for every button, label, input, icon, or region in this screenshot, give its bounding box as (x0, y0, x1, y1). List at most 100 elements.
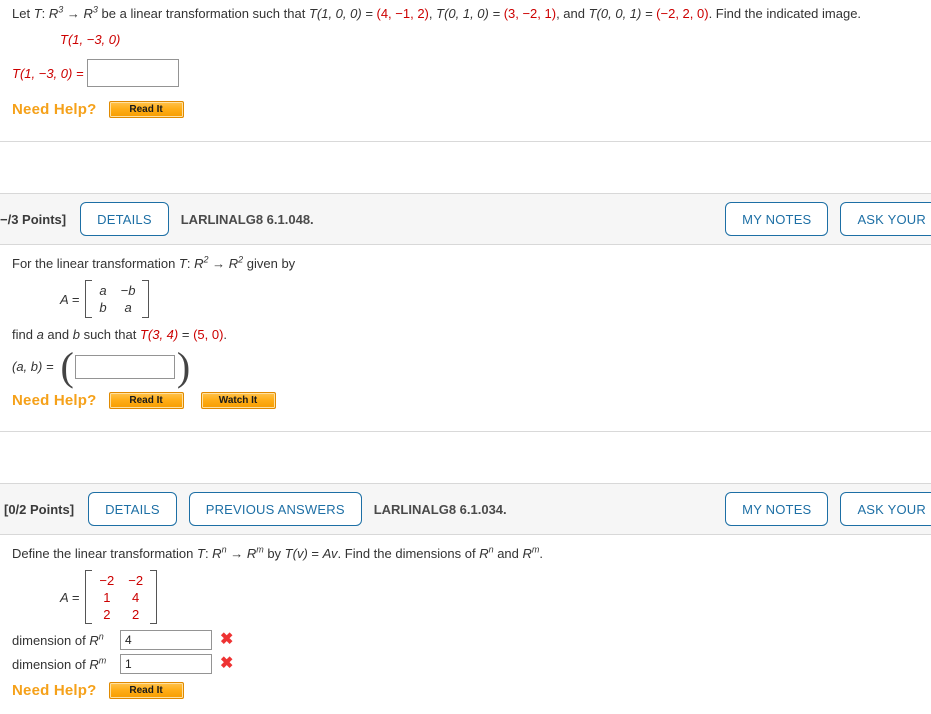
domain-symbol: R (212, 546, 222, 562)
stmt-text: . Find the dimensions of (337, 546, 480, 562)
details-button[interactable]: DETAILS (80, 202, 169, 236)
basis-image-1-label: T(1, 0, 0) = (308, 6, 377, 21)
matrix-cell: −b (120, 283, 136, 298)
matrix-body: −2 −2 1 4 2 2 (92, 572, 150, 623)
problem-2: −/3 Points] DETAILS LARLINALG8 6.1.048. … (0, 193, 931, 433)
previous-answers-button[interactable]: PREVIOUS ANSWERS (188, 492, 362, 527)
problem-2-find-line: find a and b such that T(3, 4) = (5, 0). (12, 326, 931, 343)
transform-symbol: T (33, 6, 42, 21)
problem-2-header-actions: MY NOTES ASK YOUR (725, 202, 931, 236)
problem-2-need-help: Need Help? Read It Watch It (12, 392, 931, 410)
matrix-cell: b (99, 300, 107, 315)
matrix-times-v: Av (322, 546, 338, 562)
stmt-text: , and (556, 6, 589, 21)
problem-1-answer-label: T(1, −3, 0) = (12, 65, 84, 81)
stmt-text: such that (79, 327, 140, 342)
my-notes-button[interactable]: MY NOTES (725, 202, 829, 236)
codomain-exponent: m (256, 544, 264, 555)
dimension-n-input[interactable] (120, 630, 212, 651)
matrix-cell: 2 (103, 606, 111, 622)
stmt-text: given by (243, 256, 296, 271)
my-notes-button[interactable]: MY NOTES (725, 492, 829, 527)
transform-of-v: T(v) (284, 546, 308, 562)
problem-1-need-help: Need Help? Read It (12, 101, 931, 118)
problem-3-need-help: Need Help? Read It (12, 682, 931, 700)
problem-divider (0, 431, 931, 433)
stmt-text: : (186, 256, 195, 271)
problem-3: [0/2 Points] DETAILS PREVIOUS ANSWERS LA… (0, 483, 931, 700)
matrix-cell: a (124, 300, 132, 315)
problem-divider (0, 141, 931, 142)
stmt-text: and (43, 327, 73, 342)
dimension-n-label: dimension of Rn (12, 631, 120, 648)
codomain-symbol: R (83, 6, 93, 21)
read-it-button[interactable]: Read It (108, 392, 184, 410)
problem-2-answer-input[interactable] (74, 354, 175, 379)
dim-label-text: dimension of (12, 656, 90, 672)
domain-symbol: R (48, 6, 59, 21)
problem-3-question-name: LARLINALG8 6.1.034. (373, 501, 507, 517)
dim-exponent: m (98, 655, 107, 666)
codomain-symbol: R (522, 546, 532, 562)
matrix-cell: −2 (128, 572, 144, 588)
codomain-symbol: R (228, 256, 239, 271)
matrix-cell: 4 (132, 589, 140, 605)
details-button[interactable]: DETAILS (88, 492, 177, 527)
domain-symbol: R (479, 546, 489, 562)
stmt-text: . (539, 546, 544, 562)
matrix-body: a −b b a (92, 282, 142, 316)
dimension-m-input[interactable] (120, 654, 212, 675)
stmt-text: Let (12, 6, 34, 21)
problem-3-statement: Define the linear transformation T: Rn →… (12, 545, 931, 562)
read-it-button[interactable]: Read It (108, 101, 184, 118)
dim-symbol: R (89, 656, 99, 672)
var-b: b (72, 327, 80, 342)
problem-1: Let T: R3 → R3 be a linear transformatio… (0, 0, 931, 142)
problem-1-answer-row: T(1, −3, 0) = (12, 59, 931, 87)
stmt-text: For the linear transformation (12, 256, 179, 271)
ask-your-teacher-button[interactable]: ASK YOUR (840, 202, 931, 236)
matrix-cell: a (99, 283, 107, 298)
basis-image-1-value: (4, −1, 2) (376, 6, 429, 21)
dim-symbol: R (89, 632, 99, 648)
watch-it-button[interactable]: Watch It (200, 392, 276, 410)
matrix-row: b a (92, 299, 142, 316)
matrix-label: A = (60, 291, 80, 307)
assignment-page: Let T: R3 → R3 be a linear transformatio… (0, 0, 931, 714)
need-help-label: Need Help? (12, 392, 97, 410)
transform-symbol: T (196, 546, 205, 562)
problem-2-matrix: A = a −b b a (60, 280, 931, 318)
arrow-icon: → (63, 6, 84, 21)
matrix-cell: 1 (103, 589, 111, 605)
bracket-right-icon (142, 280, 150, 318)
codomain-symbol: R (246, 546, 257, 562)
matrix-label: A = (60, 589, 80, 605)
matrix-cell: 2 (132, 606, 140, 622)
problem-3-header-actions: MY NOTES ASK YOUR (725, 492, 931, 527)
basis-image-2-value: (3, −2, 1) (503, 6, 557, 21)
dim-exponent: n (98, 631, 104, 642)
transform-input-value: T(3, 4) (139, 327, 179, 342)
stmt-text: : (41, 6, 49, 21)
bracket-right-icon (150, 570, 158, 625)
bracket-left-icon (85, 570, 93, 625)
stmt-text: by (263, 546, 285, 562)
matrix-cell: −2 (99, 572, 115, 588)
dimension-m-label: dimension of Rm (12, 655, 120, 672)
problem-1-answer-input[interactable] (86, 59, 179, 87)
ask-your-teacher-button[interactable]: ASK YOUR (840, 492, 931, 527)
transform-symbol: T (178, 256, 187, 271)
basis-image-3-label: T(0, 0, 1) = (588, 6, 657, 21)
incorrect-icon: ✖ (220, 631, 234, 649)
need-help-label: Need Help? (12, 682, 97, 700)
read-it-button[interactable]: Read It (108, 682, 184, 700)
bracket-left-icon (85, 280, 93, 318)
stmt-text: . (223, 327, 228, 342)
problem-2-header: −/3 Points] DETAILS LARLINALG8 6.1.048. … (0, 193, 931, 245)
problem-1-statement: Let T: R3 → R3 be a linear transformatio… (12, 5, 931, 22)
paren-close-icon: ) (176, 344, 191, 389)
dimension-m-row: dimension of Rm ✖ (12, 654, 931, 675)
paren-open-icon: ( (60, 344, 74, 389)
problem-2-answer-label: (a, b) = (12, 359, 54, 375)
problem-3-header: [0/2 Points] DETAILS PREVIOUS ANSWERS LA… (0, 483, 931, 536)
